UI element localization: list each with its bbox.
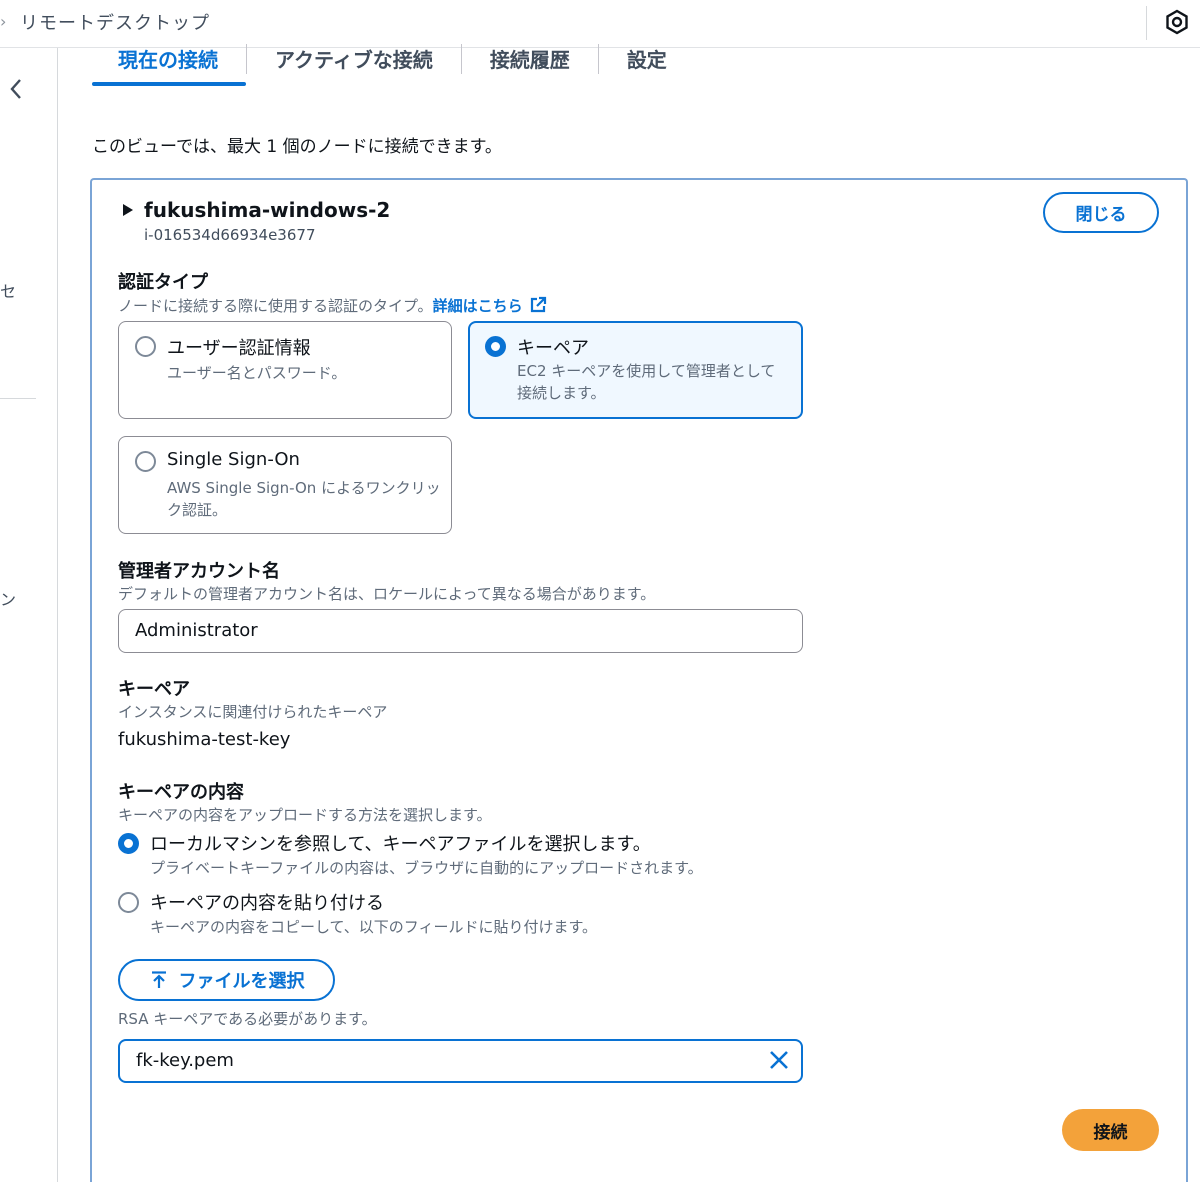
key-content-description: キーペアの内容をアップロードする方法を選択します。 [118,806,492,824]
nav-item-fragment[interactable]: ン [0,586,16,610]
clear-icon[interactable] [768,1049,790,1071]
tab-list: 現在の接続 アクティブな接続 接続履歴 設定 [92,40,695,88]
choose-file-label: ファイルを選択 [178,971,305,992]
option-browse-local-description: プライベートキーファイルの内容は、ブラウザに自動的にアップロードされます。 [150,859,703,877]
key-pair-value: fukushima-test-key [118,729,291,750]
auth-option-key-pair[interactable]: キーペア EC2 キーペアを使用して管理者として接続します。 [468,321,803,419]
tab-active-connections[interactable]: アクティブな接続 [247,40,461,80]
nav-divider [0,398,36,399]
admin-account-label: 管理者アカウント名 [118,561,280,582]
selected-file-field[interactable]: fk-key.pem [118,1039,803,1083]
option-paste-content-title[interactable]: キーペアの内容を貼り付ける [150,889,384,915]
radio-button[interactable] [135,451,156,472]
tab-connection-history[interactable]: 接続履歴 [462,40,598,80]
auth-option-title: ユーザー認証情報 [167,338,311,359]
learn-more-link[interactable]: 詳細はこちら [433,297,523,315]
close-button[interactable]: 閉じる [1043,192,1159,233]
auth-option-title: Single Sign-On [167,449,300,470]
auth-option-user-credentials[interactable]: ユーザー認証情報 ユーザー名とパスワード。 [118,321,452,419]
node-name[interactable]: fukushima-windows-2 [144,198,390,222]
auth-type-label: 認証タイプ [118,272,208,293]
expand-caret-icon[interactable] [122,203,134,217]
tab-current-connection[interactable]: 現在の接続 [92,40,246,86]
rsa-hint: RSA キーペアである必要があります。 [118,1010,377,1028]
key-pair-description: インスタンスに関連付けられたキーペア [118,703,388,721]
key-pair-label: キーペア [118,679,190,700]
admin-account-description: デフォルトの管理者アカウント名は、ロケールによって異なる場合があります。 [118,585,656,603]
auth-type-description-text: ノードに接続する際に使用する認証のタイプ。 [118,297,433,315]
upload-icon [151,971,166,988]
intro-text: このビューでは、最大 1 個のノードに接続できます。 [92,137,502,157]
radio-paste-content[interactable] [118,892,139,913]
radio-button-selected[interactable] [485,336,506,357]
auth-option-description: AWS Single Sign-On によるワンクリック認証。 [167,479,441,519]
auth-type-description: ノードに接続する際に使用する認証のタイプ。詳細はこちら [118,295,547,316]
hexagon-settings-icon[interactable] [1164,9,1190,35]
option-paste-content-description: キーペアの内容をコピーして、以下のフィールドに貼り付けます。 [150,918,598,936]
external-link-icon[interactable] [529,296,547,314]
auth-option-description: EC2 キーペアを使用して管理者として接続します。 [517,362,776,402]
topbar-divider [1146,6,1147,40]
radio-browse-local-selected[interactable] [118,833,139,854]
key-content-label: キーペアの内容 [118,782,244,803]
auth-option-description: ユーザー名とパスワード。 [167,364,347,382]
auth-option-single-sign-on[interactable]: Single Sign-On AWS Single Sign-On によるワンク… [118,436,452,534]
node-instance-id: i-016534d66934e3677 [144,226,316,244]
auth-option-title: キーペア [517,338,589,359]
breadcrumb-current: リモートデスクトップ [20,13,210,34]
radio-button[interactable] [135,336,156,357]
chevron-left-icon[interactable] [6,74,26,104]
connect-button[interactable]: 接続 [1062,1109,1159,1151]
side-navigation: セ ン [0,48,58,1182]
option-browse-local-title[interactable]: ローカルマシンを参照して、キーペアファイルを選択します。 [150,830,651,856]
admin-account-input[interactable]: Administrator [118,609,803,653]
nav-item-fragment[interactable]: セ [0,278,16,302]
tab-settings[interactable]: 設定 [599,40,695,80]
choose-file-button[interactable]: ファイルを選択 [118,959,335,1001]
breadcrumb-separator: › [0,12,7,31]
